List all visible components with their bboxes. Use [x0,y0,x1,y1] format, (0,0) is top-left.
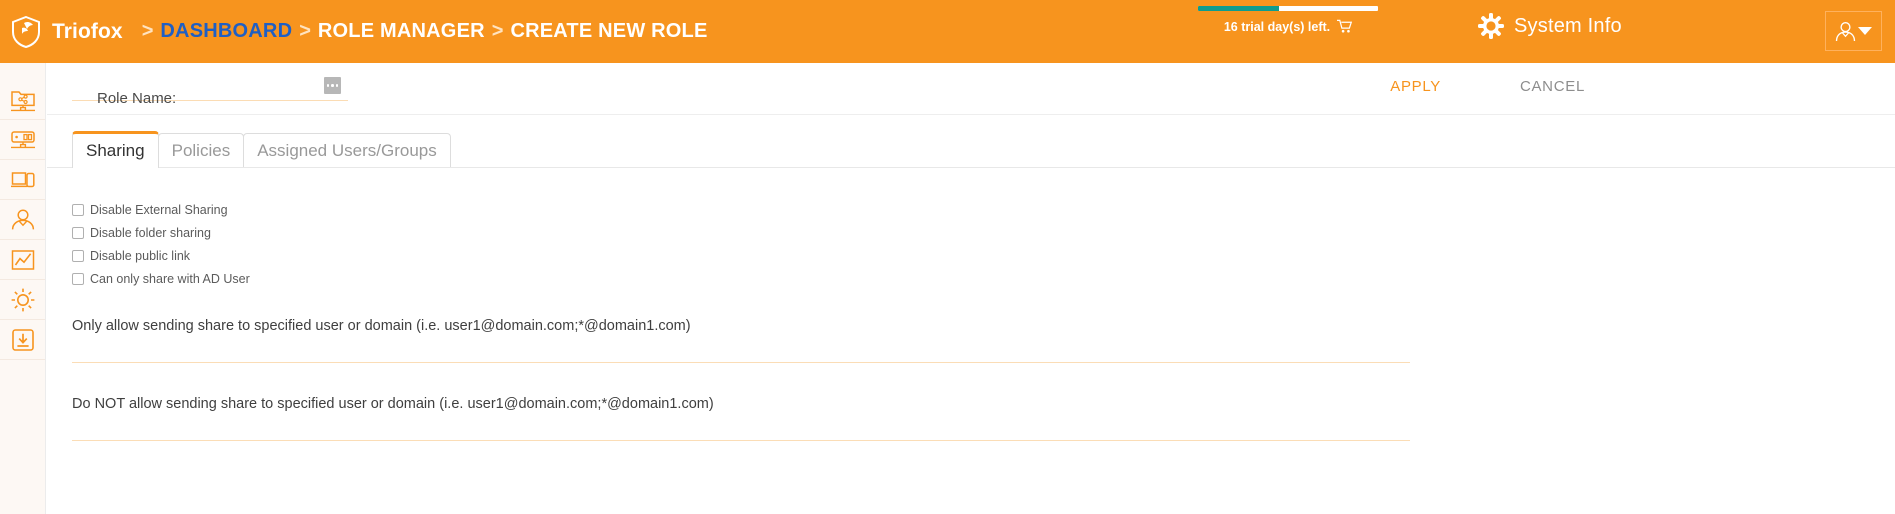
shield-icon [11,15,41,48]
checkbox-label: Disable External Sharing [90,203,228,217]
breadcrumb-separator-3: > [491,20,504,42]
apply-button[interactable]: APPLY [1390,78,1441,95]
checkbox-disable-public-link[interactable] [72,250,84,262]
system-info-button[interactable]: System Info [1478,13,1622,39]
breadcrumb-item-role-manager[interactable]: ROLE MANAGER [318,20,485,43]
ellipsis-icon [326,84,330,87]
download-icon [10,327,36,353]
sidebar-item-devices[interactable] [0,160,45,200]
checkbox-label: Disable public link [90,249,191,263]
checkbox-disable-folder-sharing[interactable] [72,227,84,239]
breadcrumb-item-dashboard[interactable]: DASHBOARD [160,20,292,43]
role-name-toolbar: Role Name: APPLY CANCEL [47,63,1895,115]
sidebar-item-shared-folder[interactable] [0,80,45,120]
shared-folder-icon [10,87,36,113]
checkbox-label: Can only share with AD User [90,272,250,286]
checkbox-row-disable-public-link[interactable]: Disable public link [72,249,190,263]
cancel-button[interactable]: CANCEL [1520,78,1585,95]
checkbox-row-can-only-share-with-ad-user[interactable]: Can only share with AD User [72,272,250,286]
breadcrumb-separator-1: > [141,20,154,42]
main-content: Role Name: APPLY CANCEL Sharing Policies… [47,63,1895,514]
brand[interactable]: Triofox [11,15,123,48]
brand-name: Triofox [52,19,123,43]
line-chart-icon [10,247,36,273]
sharing-panel: Disable External Sharing Disable folder … [47,168,1895,514]
sidebar-item-settings[interactable] [0,280,45,320]
tab-bar: Sharing Policies Assigned Users/Groups [72,131,451,168]
checkbox-row-disable-external-sharing[interactable]: Disable External Sharing [72,203,228,217]
checkbox-can-only-share-with-ad-user[interactable] [72,273,84,285]
user-profile-icon [10,207,36,233]
system-info-label: System Info [1514,14,1622,37]
trial-progress-bar [1198,6,1378,11]
trial-progress-fill [1198,6,1279,11]
gear-icon [10,287,36,313]
role-name-label: Role Name: [97,90,177,107]
left-sidebar [0,63,46,514]
role-name-field-wrapper: Role Name: [72,75,348,107]
checkbox-disable-external-sharing[interactable] [72,204,84,216]
gear-icon [1478,13,1504,39]
deny-share-field-group: Do NOT allow sending share to specified … [72,396,1410,444]
server-icon [10,127,36,153]
role-name-input[interactable] [170,76,330,98]
sidebar-item-server[interactable] [0,120,45,160]
trial-status: 16 trial day(s) left. [1188,6,1388,34]
breadcrumb-item-create-new-role: CREATE NEW ROLE [510,20,708,42]
tab-assigned-users-groups[interactable]: Assigned Users/Groups [243,133,451,168]
allow-share-caption: Only allow sending share to specified us… [72,318,691,334]
deny-share-input[interactable] [72,420,1410,444]
shopping-cart-icon[interactable] [1337,19,1353,34]
chevron-down-icon [1858,27,1872,35]
user-icon [1835,21,1856,42]
checkbox-row-disable-folder-sharing[interactable]: Disable folder sharing [72,226,211,240]
top-header-bar: Triofox > DASHBOARD > ROLE MANAGER > CRE… [0,0,1895,63]
tab-policies[interactable]: Policies [157,133,245,168]
trial-days-label: 16 trial day(s) left. [1223,19,1331,34]
tab-sharing[interactable]: Sharing [72,131,159,168]
deny-share-caption: Do NOT allow sending share to specified … [72,396,714,412]
sidebar-item-users[interactable] [0,200,45,240]
user-menu-button[interactable] [1825,11,1882,51]
breadcrumb-separator-2: > [299,20,311,42]
breadcrumb: > DASHBOARD > ROLE MANAGER > CREATE NEW … [135,20,708,43]
devices-icon [10,167,36,193]
allow-share-input[interactable] [72,342,1410,366]
role-name-more-button[interactable] [324,77,341,94]
allow-share-field-group: Only allow sending share to specified us… [72,318,1410,366]
checkbox-label: Disable folder sharing [90,226,211,240]
sidebar-item-downloads[interactable] [0,320,45,360]
sidebar-item-reports[interactable] [0,240,45,280]
